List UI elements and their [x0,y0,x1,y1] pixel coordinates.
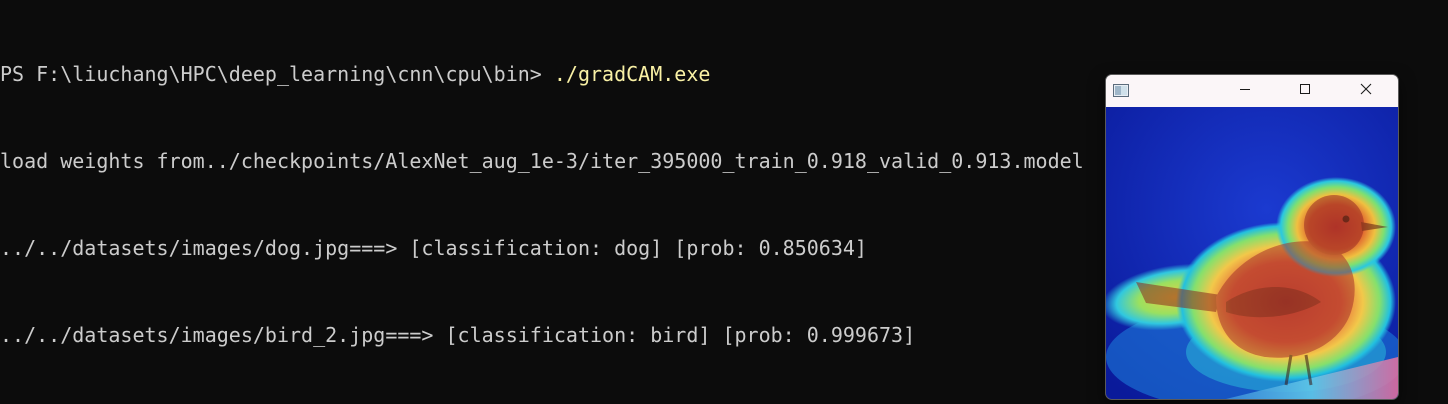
gradcam-image-window[interactable] [1105,74,1399,400]
close-icon [1360,82,1372,100]
maximize-icon [1299,82,1311,100]
command-text: ./gradCAM.exe [553,62,711,86]
minimize-icon [1239,82,1251,100]
minimize-button[interactable] [1215,75,1275,107]
window-titlebar[interactable] [1106,75,1398,107]
prompt-text: PS F:\liuchang\HPC\deep_learning\cnn\cpu… [0,62,554,86]
image-viewer-app-icon[interactable] [1113,84,1129,97]
maximize-button[interactable] [1275,75,1335,107]
close-button[interactable] [1336,75,1396,107]
gradcam-heatmap-image [1106,107,1398,399]
